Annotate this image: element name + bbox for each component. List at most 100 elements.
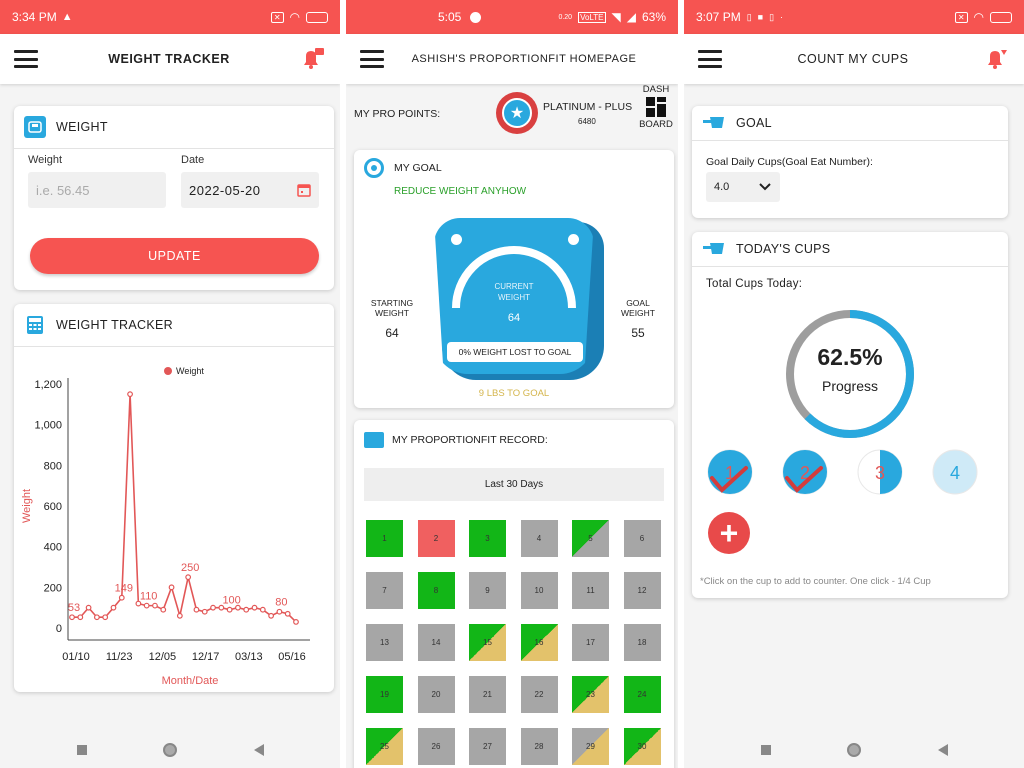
data-label: 149	[115, 583, 133, 595]
cup-button[interactable]: 4	[932, 449, 978, 495]
no-sim-icon: ✕	[270, 11, 284, 23]
status-bar: 3:34 PM ▲ ✕ ◠	[0, 0, 340, 34]
day-cell[interactable]: 15	[469, 624, 506, 661]
day-cell[interactable]: 3	[469, 520, 506, 557]
tier-label: PLATINUM - PLUS	[543, 101, 633, 113]
current-value: 64	[507, 312, 521, 324]
home-button[interactable]	[847, 743, 861, 757]
recents-button[interactable]	[760, 745, 771, 755]
day-cell[interactable]: 9	[469, 572, 506, 609]
day-cell[interactable]: 17	[572, 624, 609, 661]
calculator-icon	[24, 314, 46, 336]
weight-tracker-card-header: WEIGHT TRACKER	[14, 304, 334, 347]
day-cell[interactable]: 23	[572, 676, 609, 713]
data-point	[176, 612, 183, 619]
x-tick-label: 01/10	[62, 651, 90, 663]
my-goal-card: MY GOAL REDUCE WEIGHT ANYHOW STARTING WE…	[354, 150, 674, 408]
day-cell[interactable]: 10	[520, 572, 558, 609]
data-point	[259, 606, 266, 613]
day-cell[interactable]: 19	[366, 676, 403, 713]
y-tick-label: 1,000	[34, 420, 62, 432]
notification-bell-icon[interactable]	[984, 47, 1010, 71]
day-cell[interactable]: 7	[366, 572, 403, 609]
record-card: MY PROPORTIONFIT RECORD: Last 30 Days 12…	[354, 420, 674, 768]
day-cell[interactable]: 21	[469, 676, 506, 713]
scale-graphic: CURRENT WEIGHT 64 0% WEIGHT LOST TO GOAL	[434, 218, 604, 380]
cup-button[interactable]: 1	[707, 449, 753, 495]
day-cell[interactable]: 2	[417, 520, 455, 557]
notification-bell-icon[interactable]	[300, 47, 326, 71]
svg-text:3: 3	[875, 463, 885, 483]
weight-series-line	[72, 394, 297, 623]
day-cell[interactable]: 5	[572, 520, 609, 557]
data-point	[268, 612, 275, 619]
day-cell[interactable]: 16	[520, 624, 558, 661]
update-button[interactable]: UPDATE	[30, 238, 319, 274]
app-bar: ASHISH'S PROPORTIONFIT HOMEPAGE	[346, 34, 678, 84]
x-tick-label: 12/17	[192, 651, 220, 663]
dashboard-link[interactable]: DASH BOARD	[636, 84, 676, 130]
day-cell[interactable]: 4	[520, 520, 558, 557]
day-cell[interactable]: 20	[417, 676, 455, 713]
recents-button[interactable]	[76, 745, 87, 755]
back-button[interactable]	[937, 744, 948, 756]
menu-icon[interactable]	[698, 50, 722, 68]
day-cell[interactable]: 11	[572, 572, 609, 609]
menu-icon[interactable]	[360, 50, 384, 68]
pro-points-label: MY PRO POINTS:	[354, 108, 441, 120]
starting-value: 64	[385, 326, 399, 340]
data-point	[185, 574, 192, 581]
data-point	[243, 606, 250, 613]
points-value: 6480	[578, 117, 596, 126]
page-title: WEIGHT TRACKER	[108, 52, 230, 66]
goal-label-1: GOAL	[626, 298, 650, 308]
y-axis-title: Weight	[21, 489, 33, 523]
data-point	[293, 619, 299, 625]
starting-weight-block: STARTING WEIGHT 64	[364, 298, 420, 340]
day-cell[interactable]: 28	[520, 728, 558, 765]
day-cell[interactable]: 29	[572, 728, 609, 765]
data-point	[152, 602, 158, 609]
day-cell[interactable]: 14	[417, 624, 455, 661]
weight-input[interactable]: i.e. 56.45	[28, 172, 166, 208]
day-cell[interactable]: 25	[366, 728, 403, 765]
day-cell[interactable]: 30	[623, 728, 661, 765]
day-cell[interactable]: 27	[469, 728, 506, 765]
add-cup-button[interactable]: +	[708, 512, 750, 554]
weight-card: WEIGHT Weight i.e. 56.45 Date 2022-05-20…	[14, 106, 334, 290]
lbs-to-goal: 9 LBS TO GOAL	[478, 388, 550, 399]
menu-icon[interactable]	[14, 50, 38, 68]
y-tick-label: 1,200	[34, 379, 62, 391]
calendar-icon[interactable]	[297, 183, 311, 197]
day-cell[interactable]: 18	[623, 624, 661, 661]
network-speed-icon: 0.20	[558, 13, 573, 21]
data-point	[210, 604, 216, 611]
volte-icon: VoLTE	[578, 11, 606, 23]
data-point	[85, 604, 92, 611]
day-cell[interactable]: 1	[366, 520, 403, 557]
day-cell[interactable]: 24	[623, 676, 661, 713]
data-label: 110	[140, 591, 158, 603]
day-cell[interactable]: 26	[417, 728, 455, 765]
board-label: BOARD	[639, 119, 673, 130]
goal-select[interactable]: 4.0	[706, 172, 780, 202]
battery-icon	[990, 11, 1012, 23]
back-button[interactable]	[253, 744, 264, 756]
date-input[interactable]: 2022-05-20	[181, 172, 319, 208]
no-sim-icon: ✕	[954, 11, 968, 23]
day-cell[interactable]: 22	[520, 676, 558, 713]
status-time: 3:07 PM	[696, 10, 741, 24]
cup-button[interactable]: 2	[782, 449, 828, 495]
wifi-icon: ◠	[289, 10, 300, 24]
warning-icon: ▲	[61, 11, 73, 23]
data-point	[193, 606, 200, 613]
weight-tracker-card: WEIGHT TRACKER 0 200 400 600 800 1,000 1,200 01…	[14, 304, 334, 692]
cup-fill-icon: 2	[782, 449, 828, 495]
cup-button[interactable]: 3	[857, 449, 903, 495]
day-cell[interactable]: 8	[417, 572, 455, 609]
day-cell[interactable]: 13	[366, 624, 403, 661]
home-button[interactable]	[163, 743, 177, 757]
day-cell[interactable]: 6	[623, 520, 661, 557]
day-cell[interactable]: 12	[623, 572, 661, 609]
scale-icon	[24, 116, 46, 138]
